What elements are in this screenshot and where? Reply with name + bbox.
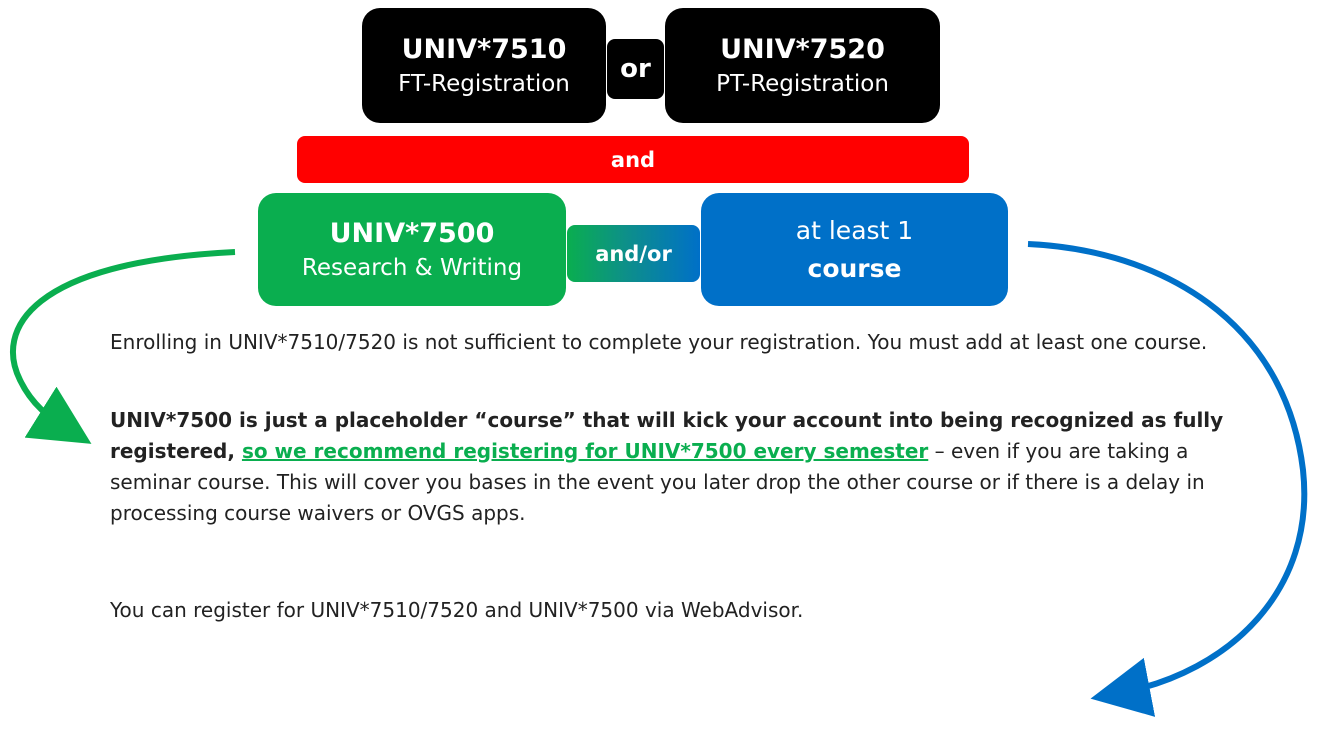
univ-7520-box: UNIV*7520 PT-Registration [665,8,940,123]
univ-7510-code: UNIV*7510 [401,33,567,65]
univ-7500-box: UNIV*7500 Research & Writing [258,193,566,306]
univ-7510-label: FT-Registration [398,70,570,97]
course-text: course [807,253,902,283]
univ-7520-code: UNIV*7520 [720,33,885,65]
and-or-connector: and/or [567,225,700,282]
univ-7520-label: PT-Registration [716,70,889,97]
recommend-link[interactable]: so we recommend registering for UNIV*750… [242,439,928,463]
at-least-one-course-box: at least 1 course [701,193,1008,306]
or-connector: or [607,39,664,99]
paragraph-webadvisor: You can register for UNIV*7510/7520 and … [110,598,804,622]
paragraph-placeholder: UNIV*7500 is just a placeholder “course”… [110,405,1230,529]
and-bar: and [297,136,969,183]
paragraph-enrolling: Enrolling in UNIV*7510/7520 is not suffi… [110,330,1208,354]
univ-7500-label: Research & Writing [301,254,523,281]
univ-7500-code: UNIV*7500 [329,217,495,249]
univ-7510-box: UNIV*7510 FT-Registration [362,8,606,123]
at-least-one-text: at least 1 [795,215,914,245]
